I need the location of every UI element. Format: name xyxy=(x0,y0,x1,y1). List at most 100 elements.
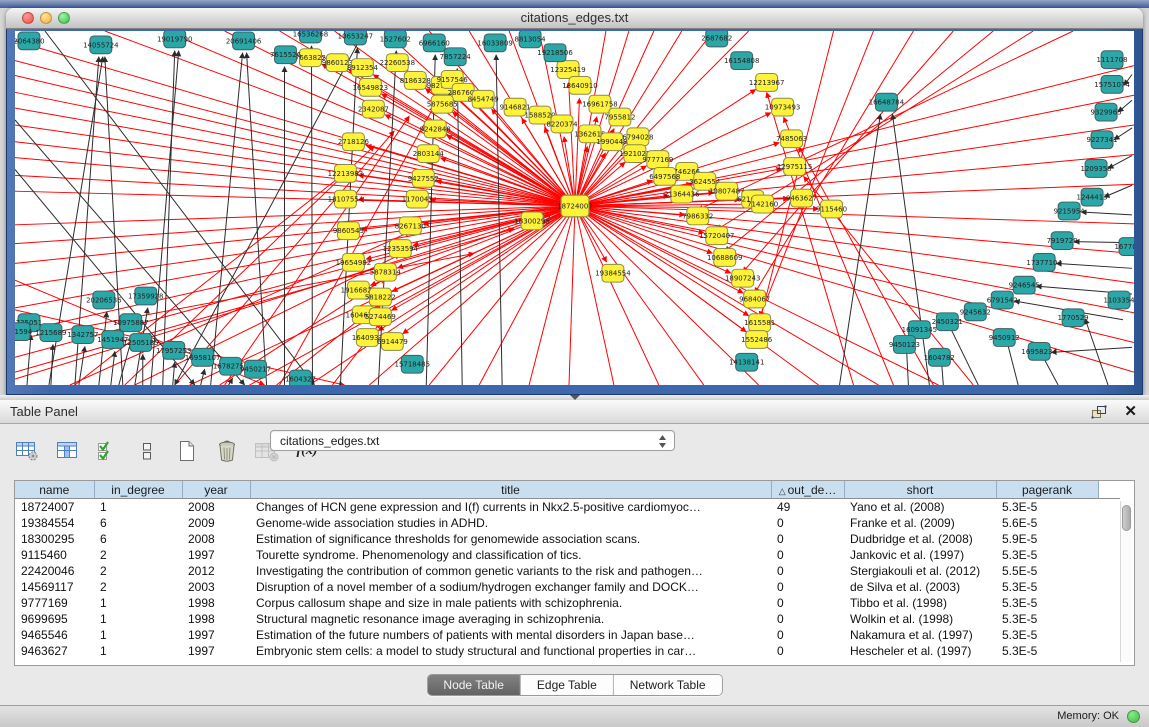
table-cell[interactable]: 0 xyxy=(771,531,844,547)
table-cell[interactable]: 2008 xyxy=(182,531,250,547)
table-row[interactable]: 946362711997Embryonic stem cells: a mode… xyxy=(15,643,1120,659)
table-cell[interactable]: 1997 xyxy=(182,547,250,563)
table-row[interactable]: 969969511998Structural magnetic resonanc… xyxy=(15,611,1120,627)
table-cell[interactable]: de Silva et al. (2003) xyxy=(844,579,996,595)
table-cell[interactable]: Jankovic et al. (1997) xyxy=(844,547,996,563)
table-cell[interactable]: 0 xyxy=(771,563,844,579)
column-header-pagerank[interactable]: pagerank xyxy=(996,481,1098,499)
table-row[interactable]: 1830029562008Estimation of significance … xyxy=(15,531,1120,547)
table-row[interactable]: 1872400712008Changes of HCN gene express… xyxy=(15,499,1120,516)
table-cell[interactable]: 0 xyxy=(771,643,844,659)
table-mode-icon[interactable] xyxy=(14,438,40,464)
table-cell[interactable]: 5.3E-5 xyxy=(996,499,1098,516)
table-cell[interactable]: 1998 xyxy=(182,611,250,627)
table-cell[interactable]: Embryonic stem cells: a model to study s… xyxy=(250,643,771,659)
table-cell[interactable]: Genome-wide association studies in ADHD. xyxy=(250,515,771,531)
float-panel-icon[interactable] xyxy=(1091,405,1107,419)
column-header-in_degree[interactable]: in_degree xyxy=(94,481,182,499)
table-row[interactable]: 2242004622012Investigating the contribut… xyxy=(15,563,1120,579)
new-document-icon[interactable] xyxy=(174,438,200,464)
tab-edge-table[interactable]: Edge Table xyxy=(521,675,614,695)
scrollbar-thumb[interactable] xyxy=(1122,505,1131,531)
table-vertical-scrollbar[interactable] xyxy=(1120,501,1132,662)
table-cell[interactable]: 0 xyxy=(771,579,844,595)
table-cell[interactable]: 1998 xyxy=(182,595,250,611)
table-cell[interactable]: 5.5E-5 xyxy=(996,563,1098,579)
table-cell[interactable]: 9463627 xyxy=(15,643,94,659)
table-cell[interactable]: 0 xyxy=(771,515,844,531)
column-visibility-icon[interactable] xyxy=(54,438,80,464)
table-cell[interactable]: 9777169 xyxy=(15,595,94,611)
table-cell[interactable]: 2008 xyxy=(182,499,250,516)
table-cell[interactable]: 9465546 xyxy=(15,627,94,643)
table-cell[interactable]: Changes of HCN gene expression and I(f) … xyxy=(250,499,771,516)
table-cell[interactable]: 6 xyxy=(94,531,182,547)
table-cell[interactable]: 2012 xyxy=(182,563,250,579)
table-cell[interactable]: Tourette syndrome. Phenomenology and cla… xyxy=(250,547,771,563)
minimize-traffic-light-icon[interactable] xyxy=(40,12,52,24)
table-cell[interactable]: 5.3E-5 xyxy=(996,643,1098,659)
table-row[interactable]: 946554611997Estimation of the future num… xyxy=(15,627,1120,643)
table-cell[interactable]: 0 xyxy=(771,627,844,643)
table-cell[interactable]: 14569117 xyxy=(15,579,94,595)
table-row[interactable]: 1938455462009Genome-wide association stu… xyxy=(15,515,1120,531)
table-cell[interactable]: Wolkin et al. (1998) xyxy=(844,611,996,627)
table-cell[interactable]: 5.3E-5 xyxy=(996,611,1098,627)
table-cell[interactable]: Structural magnetic resonance image aver… xyxy=(250,611,771,627)
citation-network-graph[interactable]: 7663822986012389123541654982323420872718… xyxy=(15,31,1134,385)
table-cell[interactable]: Investigating the contribution of common… xyxy=(250,563,771,579)
table-cell[interactable]: Tibbo et al. (1998) xyxy=(844,595,996,611)
column-header-short[interactable]: short xyxy=(844,481,996,499)
trash-icon[interactable] xyxy=(214,438,240,464)
table-cell[interactable]: Franke et al. (2009) xyxy=(844,515,996,531)
table-cell[interactable]: Hescheler et al. (1997) xyxy=(844,643,996,659)
close-traffic-light-icon[interactable] xyxy=(22,12,34,24)
table-cell[interactable]: 1 xyxy=(94,627,182,643)
table-cell[interactable]: Stergiakouli et al. (2012) xyxy=(844,563,996,579)
tab-node-table[interactable]: Node Table xyxy=(427,675,521,695)
table-cell[interactable]: 1 xyxy=(94,611,182,627)
table-cell[interactable]: 5.3E-5 xyxy=(996,627,1098,643)
table-cell[interactable]: 6 xyxy=(94,515,182,531)
table-cell[interactable]: 19384554 xyxy=(15,515,94,531)
select-rows-icon[interactable] xyxy=(94,438,120,464)
table-cell[interactable]: 0 xyxy=(771,611,844,627)
table-cell[interactable]: 2 xyxy=(94,563,182,579)
column-header-title[interactable]: title xyxy=(250,481,771,499)
table-cell[interactable]: 5.9E-5 xyxy=(996,531,1098,547)
table-cell[interactable]: 0 xyxy=(771,547,844,563)
table-cell[interactable]: 1 xyxy=(94,595,182,611)
table-cell[interactable]: 5.6E-5 xyxy=(996,515,1098,531)
table-select-dropdown[interactable]: citations_edges.txt xyxy=(270,430,675,451)
table-cell[interactable]: 49 xyxy=(771,499,844,516)
table-cell[interactable]: 1 xyxy=(94,499,182,516)
table-cell[interactable]: 18724007 xyxy=(15,499,94,516)
table-cell[interactable]: Corpus callosum shape and size in male p… xyxy=(250,595,771,611)
table-cell[interactable]: 1 xyxy=(94,643,182,659)
table-cell[interactable]: 2 xyxy=(94,579,182,595)
table-cell[interactable]: 2 xyxy=(94,547,182,563)
table-cell[interactable]: Dudbridge et al. (2008) xyxy=(844,531,996,547)
table-cell[interactable]: 9115460 xyxy=(15,547,94,563)
row-height-icon[interactable] xyxy=(134,438,160,464)
table-row[interactable]: 911546021997Tourette syndrome. Phenomeno… xyxy=(15,547,1120,563)
table-cell[interactable]: 5.3E-5 xyxy=(996,595,1098,611)
table-cell[interactable]: 2003 xyxy=(182,579,250,595)
close-panel-icon[interactable]: ✕ xyxy=(1124,402,1137,420)
table-row[interactable]: 1456911722003Disruption of a novel membe… xyxy=(15,579,1120,595)
table-cell[interactable]: 1997 xyxy=(182,643,250,659)
table-cell[interactable]: 1997 xyxy=(182,627,250,643)
table-cell[interactable]: 0 xyxy=(771,595,844,611)
network-window-titlebar[interactable]: citations_edges.txt xyxy=(6,8,1143,29)
column-header-name[interactable]: name xyxy=(15,481,94,499)
column-header-out_de[interactable]: △out_de… xyxy=(771,481,844,499)
table-row[interactable]: 977716911998Corpus callosum shape and si… xyxy=(15,595,1120,611)
table-cell[interactable]: 2009 xyxy=(182,515,250,531)
table-cell[interactable]: Estimation of significance thresholds fo… xyxy=(250,531,771,547)
table-cell[interactable]: Yano et al. (2008) xyxy=(844,499,996,516)
table-cell[interactable]: Nakamura et al. (1997) xyxy=(844,627,996,643)
column-header-year[interactable]: year xyxy=(182,481,250,499)
zoom-traffic-light-icon[interactable] xyxy=(58,12,70,24)
table-cell[interactable]: 22420046 xyxy=(15,563,94,579)
table-cell[interactable]: 5.3E-5 xyxy=(996,579,1098,595)
